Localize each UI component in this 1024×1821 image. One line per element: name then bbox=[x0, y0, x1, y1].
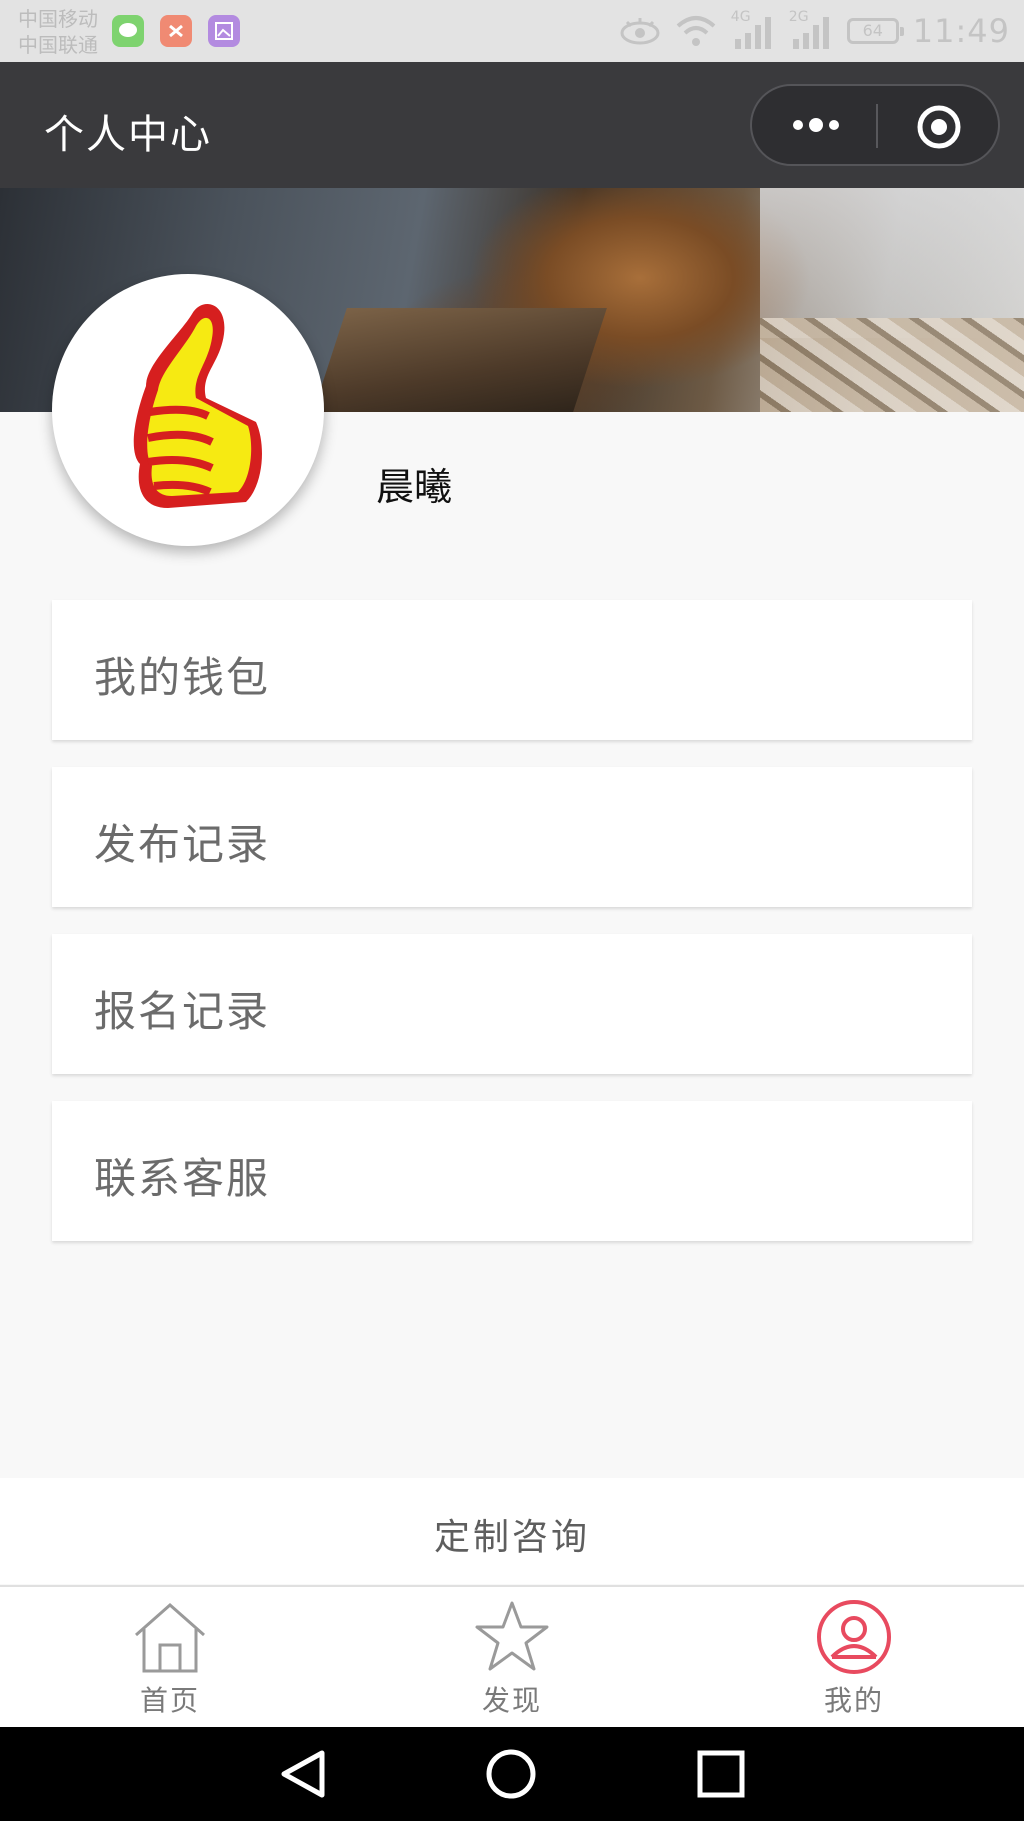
wifi-icon bbox=[676, 16, 716, 46]
tab-discover[interactable]: 发现 bbox=[412, 1587, 612, 1727]
menu-item-signup-records[interactable]: 报名记录 bbox=[52, 934, 972, 1074]
star-icon bbox=[475, 1601, 549, 1671]
square-icon bbox=[697, 1750, 745, 1798]
carrier-info: 中国移动 中国联通 bbox=[18, 6, 98, 58]
tab-mine[interactable]: 我的 bbox=[754, 1587, 954, 1727]
custom-consult-button[interactable]: 定制咨询 bbox=[0, 1478, 1024, 1584]
target-close-icon bbox=[917, 105, 961, 149]
close-miniprogram-button[interactable] bbox=[916, 104, 962, 150]
system-navigation-bar bbox=[0, 1727, 1024, 1821]
custom-consult-label: 定制咨询 bbox=[433, 1517, 590, 1558]
status-bar: 中国移动 中国联通 4G 2G 64 11:49 bbox=[0, 0, 1024, 62]
username: 晨曦 bbox=[376, 465, 453, 509]
menu-item-customer-service[interactable]: 联系客服 bbox=[52, 1101, 972, 1241]
menu-item-label: 报名记录 bbox=[94, 987, 271, 1036]
nav-bar: 个人中心 bbox=[0, 62, 1024, 188]
user-icon bbox=[817, 1600, 891, 1674]
banner-veil-texture bbox=[760, 188, 1024, 338]
message-app-icon bbox=[112, 15, 144, 47]
back-triangle-icon bbox=[281, 1750, 325, 1798]
signal-2g-icon: 2G bbox=[789, 9, 833, 51]
tab-label: 发现 bbox=[481, 1684, 542, 1717]
miniprogram-capsule bbox=[750, 84, 1000, 166]
more-dots-icon bbox=[793, 118, 839, 132]
tab-label: 我的 bbox=[823, 1684, 884, 1717]
tab-label: 首页 bbox=[139, 1684, 200, 1717]
clock: 11:49 bbox=[912, 12, 1010, 50]
home-icon bbox=[135, 1602, 205, 1673]
menu-item-publish-records[interactable]: 发布记录 bbox=[52, 767, 972, 907]
home-system-button[interactable] bbox=[484, 1747, 538, 1801]
carrier-2: 中国联通 bbox=[18, 33, 98, 57]
battery-icon: 64 bbox=[846, 18, 904, 44]
banner-wood-texture bbox=[313, 308, 607, 412]
tab-bar: 首页 发现 我的 bbox=[0, 1585, 1024, 1727]
menu-item-label: 发布记录 bbox=[94, 820, 271, 869]
signal-4g-icon: 4G bbox=[731, 9, 775, 51]
page-title: 个人中心 bbox=[44, 112, 212, 158]
menu-item-label: 联系客服 bbox=[94, 1154, 271, 1203]
app-notification-icon bbox=[160, 15, 192, 47]
recent-apps-button[interactable] bbox=[694, 1747, 748, 1801]
home-circle-icon bbox=[486, 1749, 536, 1799]
eye-icon bbox=[620, 18, 660, 45]
tab-home[interactable]: 首页 bbox=[70, 1587, 270, 1727]
gallery-app-icon bbox=[208, 15, 240, 47]
banner-chips-texture bbox=[760, 318, 1024, 412]
avatar[interactable] bbox=[52, 274, 324, 546]
thumbs-up-icon bbox=[133, 303, 262, 508]
menu-item-label: 我的钱包 bbox=[94, 653, 271, 702]
more-button[interactable] bbox=[790, 110, 842, 140]
back-button[interactable] bbox=[276, 1747, 330, 1801]
menu-item-wallet[interactable]: 我的钱包 bbox=[52, 600, 972, 740]
carrier-1: 中国移动 bbox=[18, 7, 98, 31]
status-indicators: 4G 2G 64 11:49 bbox=[619, 0, 1010, 62]
capsule-divider bbox=[876, 104, 878, 148]
